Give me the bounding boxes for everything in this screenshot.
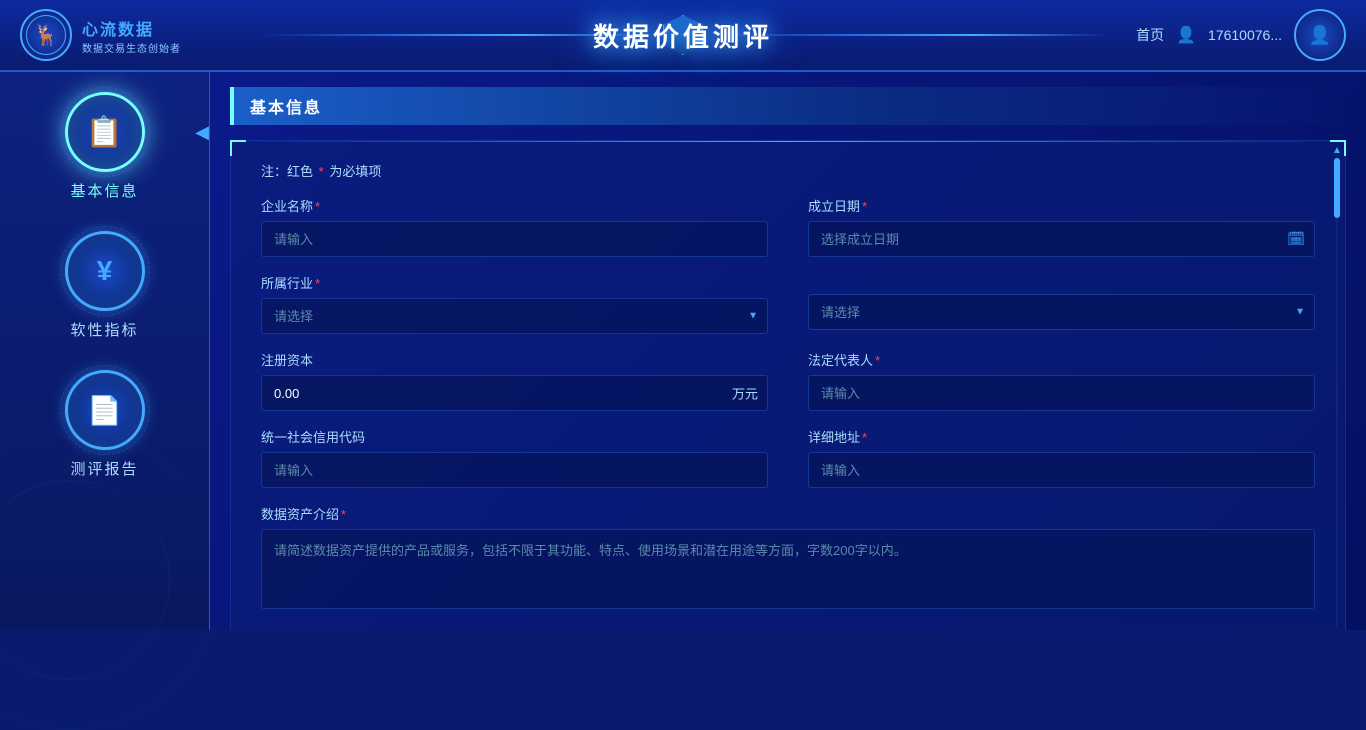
scroll-thumb (1334, 158, 1340, 218)
sidebar-label-basic-info: 基本信息 (70, 180, 138, 201)
logo-icon: 🦌 (26, 15, 66, 55)
sidebar-icon-basic-info: 📋 (65, 92, 145, 172)
company-name-label: 企业名称* (261, 196, 768, 215)
form-row-3: 注册资本 万元 法定代表人* (261, 350, 1315, 411)
right-circle-deco: 👤 (1294, 9, 1346, 61)
form-row-4: 统一社会信用代码 详细地址* (261, 427, 1315, 488)
industry-label: 所属行业* (261, 273, 768, 292)
page-title: 数据价值测评 (593, 22, 773, 52)
corner-tl (230, 140, 246, 156)
industry-select-wrapper: 请选择 (261, 298, 768, 334)
sidebar-item-soft-index[interactable]: ¥ 软性指标 (0, 231, 209, 340)
scroll-top-arrow: ▲ (1332, 145, 1342, 156)
sidebar-icon-eval-report: 📄 (65, 370, 145, 450)
bg-deco-2 (0, 480, 170, 680)
content-area: 基本信息 ▲ ▼ 注：红色 * 为必填项 (210, 72, 1366, 630)
form-group-company-name: 企业名称* (261, 196, 768, 257)
user-icon: 👤 (1309, 25, 1331, 46)
logo-subtitle: 数据交易生态创始者 (82, 40, 181, 55)
header: 🦌 心流数据 数据交易生态创始者 数据价值测评 首页 👤 17610076...… (0, 0, 1366, 72)
credit-code-label: 统一社会信用代码 (261, 427, 768, 446)
legal-rep-input[interactable] (808, 375, 1315, 411)
nav-home[interactable]: 首页 (1136, 25, 1164, 45)
required-star-note: * (319, 164, 324, 179)
user-info: 17610076... (1208, 27, 1282, 43)
header-right: 首页 👤 17610076... 👤 (1136, 9, 1346, 61)
main-container: 📋 基本信息 ◀ ¥ 软性指标 📄 测评报告 基本信息 (0, 72, 1366, 630)
required-star-date: * (862, 199, 867, 214)
form-row-5: 数据资产介绍* (261, 504, 1315, 609)
required-star-address: * (862, 430, 867, 445)
form-note: 注：红色 * 为必填项 (261, 161, 1315, 180)
company-name-input[interactable] (261, 221, 768, 257)
section-header: 基本信息 (230, 87, 1346, 125)
required-star-legal-rep: * (875, 353, 880, 368)
established-date-input[interactable] (808, 221, 1315, 257)
registered-capital-input[interactable] (261, 375, 768, 411)
form-group-industry: 所属行业* 请选择 (261, 273, 768, 334)
established-date-label: 成立日期* (808, 196, 1315, 215)
required-star-company: * (315, 199, 320, 214)
sidebar-item-basic-info[interactable]: 📋 基本信息 (0, 92, 209, 201)
industry2-select[interactable]: 请选择 (808, 294, 1315, 330)
form-group-legal-rep: 法定代表人* (808, 350, 1315, 411)
logo-circle: 🦌 (20, 9, 72, 61)
sidebar-label-eval-report: 测评报告 (70, 458, 138, 479)
legal-rep-label: 法定代表人* (808, 350, 1315, 369)
section-title: 基本信息 (250, 94, 322, 118)
sidebar-icon-soft-index: ¥ (65, 231, 145, 311)
form-card: ▲ ▼ 注：红色 * 为必填项 企业名称* (230, 140, 1346, 630)
logo-area: 🦌 心流数据 数据交易生态创始者 (20, 9, 181, 61)
required-star-asset-intro: * (341, 507, 346, 522)
form-group-registered-capital: 注册资本 万元 (261, 350, 768, 411)
date-input-wrap: 🗓 (808, 221, 1315, 257)
logo-text: 心流数据 数据交易生态创始者 (82, 16, 181, 55)
registered-capital-label: 注册资本 (261, 350, 768, 369)
scroll-indicator: ▲ ▼ (1334, 141, 1340, 630)
address-label: 详细地址* (808, 427, 1315, 446)
form-group-industry2: 请选择 (808, 273, 1315, 334)
form-group-established-date: 成立日期* 🗓 (808, 196, 1315, 257)
scroll-track (1336, 158, 1338, 628)
industry2-label (808, 273, 1315, 288)
capital-unit: 万元 (732, 384, 758, 403)
sidebar: 📋 基本信息 ◀ ¥ 软性指标 📄 测评报告 (0, 72, 210, 630)
industry-select[interactable]: 请选择 (261, 298, 768, 334)
sidebar-label-soft-index: 软性指标 (70, 319, 138, 340)
logo-title: 心流数据 (82, 16, 181, 40)
credit-code-input[interactable] (261, 452, 768, 488)
form-group-asset-intro: 数据资产介绍* (261, 504, 1315, 609)
form-row-1: 企业名称* 成立日期* 🗓 (261, 196, 1315, 257)
capital-input-wrap: 万元 (261, 375, 768, 411)
required-star-industry: * (315, 276, 320, 291)
asset-intro-textarea[interactable] (261, 529, 1315, 609)
form-group-address: 详细地址* (808, 427, 1315, 488)
address-input[interactable] (808, 452, 1315, 488)
user-avatar-icon: 👤 (1176, 25, 1196, 45)
asset-intro-label: 数据资产介绍* (261, 504, 1315, 523)
form-row-2: 所属行业* 请选择 请选择 (261, 273, 1315, 334)
header-center: 数据价值测评 (593, 17, 773, 54)
form-group-credit-code: 统一社会信用代码 (261, 427, 768, 488)
sidebar-arrow: ◀ (195, 122, 209, 143)
industry2-select-wrapper: 请选择 (808, 294, 1315, 330)
sidebar-item-eval-report[interactable]: 📄 测评报告 (0, 370, 209, 479)
